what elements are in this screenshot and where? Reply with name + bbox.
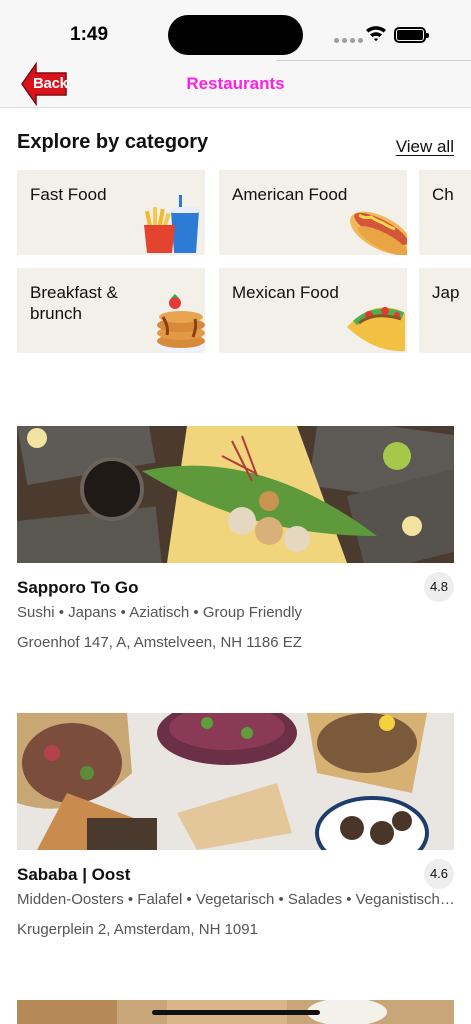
restaurant-address: Krugerplein 2, Amsterdam, NH 1091 <box>17 921 258 938</box>
restaurant-name[interactable]: Sapporo To Go <box>17 578 139 598</box>
battery-icon <box>394 27 429 43</box>
restaurant-image[interactable] <box>17 713 454 850</box>
fries-soda-icon <box>144 195 200 253</box>
page-title: Restaurants <box>186 74 285 93</box>
category-label: Fast Food <box>30 185 107 204</box>
signal-dots-icon <box>334 38 363 43</box>
category-card-breakfast[interactable]: Breakfast & brunch <box>17 268 205 353</box>
pancakes-icon <box>155 294 205 353</box>
taco-icon <box>347 307 405 352</box>
status-time: 1:49 <box>70 24 109 45</box>
category-card-partial[interactable]: Ch <box>419 170 471 255</box>
home-indicator[interactable] <box>152 1010 320 1015</box>
restaurant-tags: Sushi • Japans • Aziatisch • Group Frien… <box>17 604 303 621</box>
nav-divider <box>276 60 471 61</box>
category-card-mexican-food[interactable]: Mexican Food <box>219 268 407 353</box>
restaurant-address: Groenhof 147, A, Amstelveen, NH 1186 EZ <box>17 634 302 651</box>
view-all-link[interactable]: View all <box>396 137 454 157</box>
category-label: Ch <box>432 185 454 204</box>
rating-badge: 4.8 <box>424 572 454 602</box>
dynamic-island <box>168 15 303 55</box>
category-label: Jap <box>432 283 460 302</box>
sushi-photo <box>17 426 454 563</box>
category-card-american-food[interactable]: American Food <box>219 170 407 255</box>
restaurant-image[interactable] <box>17 426 454 563</box>
explore-section-title: Explore by category <box>17 131 209 153</box>
navigation-bar: Back Restaurants <box>0 60 471 108</box>
status-bar: 1:49 <box>0 0 471 60</box>
restaurant-tags: Midden-Oosters • Falafel • Vegetarisch •… <box>17 891 454 908</box>
falafel-photo <box>17 713 454 850</box>
category-label: Breakfast & brunch <box>30 283 118 323</box>
wifi-icon <box>366 26 386 42</box>
hotdog-icon <box>350 211 407 255</box>
category-card-fast-food[interactable]: Fast Food <box>17 170 205 255</box>
category-card-japanese-partial[interactable]: Jap <box>419 268 471 353</box>
restaurant-name[interactable]: Sababa | Oost <box>17 865 130 885</box>
rating-badge: 4.6 <box>424 859 454 889</box>
